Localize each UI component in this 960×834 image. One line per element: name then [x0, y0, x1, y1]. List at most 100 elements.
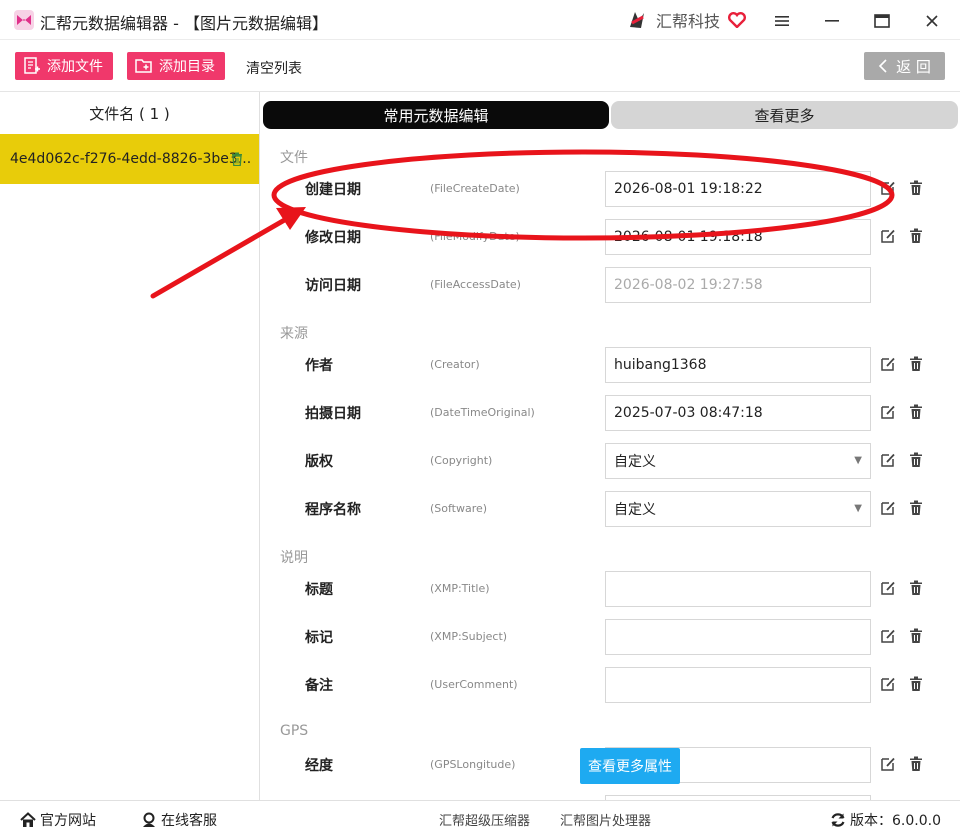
brand-logo-icon	[630, 12, 644, 28]
dropdown-caret-icon: ▼	[854, 455, 862, 466]
edit-icon[interactable]	[880, 628, 896, 644]
creator-input[interactable]: huibang1368	[605, 347, 871, 383]
window-title: 汇帮元数据编辑器 - 【图片元数据编辑】	[40, 14, 328, 33]
copyright-select[interactable]: 自定义 ▼	[605, 443, 871, 479]
file-name: 4e4d062c-f276-4edd-8826-3be3...	[10, 151, 252, 167]
section-source: 来源	[280, 326, 308, 342]
add-file-label: 添加文件	[47, 59, 103, 75]
file-list-item[interactable]: 4e4d062c-f276-4edd-8826-3be3...	[0, 134, 259, 184]
section-description: 说明	[280, 550, 308, 566]
field-label: 修改日期	[305, 230, 361, 246]
edit-icon[interactable]	[880, 500, 896, 516]
row-date-time-original: 拍摄日期 (DateTimeOriginal) 2025-07-03 08:47…	[260, 395, 960, 431]
field-label: 标题	[305, 582, 333, 598]
heart-icon	[728, 12, 746, 28]
add-folder-button[interactable]: 添加目录	[127, 52, 225, 80]
tab-common-metadata[interactable]: 常用元数据编辑	[263, 101, 609, 129]
comment-input[interactable]	[605, 667, 871, 703]
date-time-original-input[interactable]: 2025-07-03 08:47:18	[605, 395, 871, 431]
field-label: 备注	[305, 678, 333, 694]
trash-icon[interactable]	[909, 180, 923, 196]
row-software: 程序名称 (Software) 自定义 ▼	[260, 491, 960, 527]
field-key: (XMP:Subject)	[430, 630, 508, 643]
edit-icon[interactable]	[880, 404, 896, 420]
trash-icon[interactable]	[909, 356, 923, 372]
official-website-link[interactable]: 官方网站	[20, 810, 96, 830]
trash-icon[interactable]	[909, 500, 923, 516]
edit-icon[interactable]	[880, 180, 896, 196]
compressor-link[interactable]: 汇帮超级压缩器	[439, 810, 530, 829]
modify-date-input[interactable]: 2026-08-01 19:18:18	[605, 219, 871, 255]
row-xmp-title: 标题 (XMP:Title)	[260, 571, 960, 607]
app-logo-icon	[14, 10, 34, 30]
row-copyright: 版权 (Copyright) 自定义 ▼	[260, 443, 960, 479]
close-icon	[926, 15, 938, 27]
edit-icon[interactable]	[880, 676, 896, 692]
tab-bar: 常用元数据编辑 查看更多	[263, 101, 958, 129]
field-label: 经度	[305, 758, 333, 774]
tab-view-more[interactable]: 查看更多	[611, 101, 958, 129]
access-date-input: 2026-08-02 19:27:58	[605, 267, 871, 303]
title-bar: 汇帮元数据编辑器 - 【图片元数据编辑】 汇帮科技	[0, 0, 960, 40]
view-more-properties-button[interactable]: 查看更多属性	[580, 748, 680, 784]
field-label: 版权	[305, 454, 333, 470]
field-label: 作者	[305, 358, 333, 374]
image-tool-link[interactable]: 汇帮图片处理器	[560, 810, 651, 829]
minimize-button[interactable]	[819, 8, 845, 34]
add-folder-label: 添加目录	[159, 59, 215, 75]
edit-icon[interactable]	[880, 356, 896, 372]
metadata-panel: 常用元数据编辑 查看更多 文件 创建日期 (FileCreateDate) 20…	[260, 92, 960, 800]
field-key: (FileModifyDate)	[430, 230, 520, 243]
dropdown-caret-icon: ▼	[854, 503, 862, 514]
edit-icon[interactable]	[880, 756, 896, 772]
subject-input[interactable]	[605, 619, 871, 655]
chevron-left-icon	[878, 59, 887, 73]
field-key: (Software)	[430, 502, 488, 515]
edit-icon[interactable]	[880, 580, 896, 596]
refresh-icon	[831, 813, 845, 827]
back-button[interactable]: 返 回	[864, 52, 945, 80]
add-folder-icon	[135, 59, 152, 73]
title-input[interactable]	[605, 571, 871, 607]
trash-icon[interactable]	[909, 452, 923, 468]
row-file-modify-date: 修改日期 (FileModifyDate) 2026-08-01 19:18:1…	[260, 219, 960, 255]
row-file-create-date: 创建日期 (FileCreateDate) 2026-08-01 19:18:2…	[260, 171, 960, 207]
trash-icon[interactable]	[909, 676, 923, 692]
support-icon	[143, 812, 155, 827]
create-date-input[interactable]: 2026-08-01 19:18:22	[605, 171, 871, 207]
section-file: 文件	[280, 150, 308, 166]
toolbar: 添加文件 添加目录 清空列表 返 回	[0, 40, 960, 92]
field-key: (Creator)	[430, 358, 480, 371]
trash-icon[interactable]	[909, 228, 923, 244]
software-select[interactable]: 自定义 ▼	[605, 491, 871, 527]
edit-icon[interactable]	[880, 452, 896, 468]
minimize-icon	[825, 20, 839, 22]
field-key: (FileCreateDate)	[430, 182, 520, 195]
file-list-panel: 文件名 ( 1 ) 4e4d062c-f276-4edd-8826-3be3..…	[0, 92, 260, 800]
status-bar: 官方网站 在线客服 汇帮超级压缩器 汇帮图片处理器 版本：6.0.0.0	[0, 800, 960, 834]
section-gps: GPS	[280, 723, 309, 739]
back-label: 返 回	[896, 57, 931, 76]
field-key: (Copyright)	[430, 454, 493, 467]
trash-icon[interactable]	[909, 756, 923, 772]
version-info[interactable]: 版本：6.0.0.0	[830, 810, 941, 830]
trash-icon[interactable]	[909, 580, 923, 596]
row-user-comment: 备注 (UserComment)	[260, 667, 960, 703]
close-button[interactable]	[919, 8, 945, 34]
trash-icon[interactable]	[231, 152, 243, 166]
field-key: (FileAccessDate)	[430, 278, 521, 291]
home-icon	[20, 812, 36, 827]
add-file-button[interactable]: 添加文件	[15, 52, 113, 80]
maximize-button[interactable]	[869, 8, 895, 34]
website-label: 官方网站	[40, 813, 96, 829]
trash-icon[interactable]	[909, 628, 923, 644]
row-creator: 作者 (Creator) huibang1368	[260, 347, 960, 383]
select-value: 自定义	[614, 502, 656, 518]
menu-button[interactable]	[769, 8, 795, 34]
field-key: (DateTimeOriginal)	[430, 406, 535, 419]
online-support-link[interactable]: 在线客服	[141, 810, 217, 830]
trash-icon[interactable]	[909, 404, 923, 420]
field-label: 程序名称	[305, 502, 361, 518]
clear-list-button[interactable]: 清空列表	[246, 58, 302, 78]
edit-icon[interactable]	[880, 228, 896, 244]
